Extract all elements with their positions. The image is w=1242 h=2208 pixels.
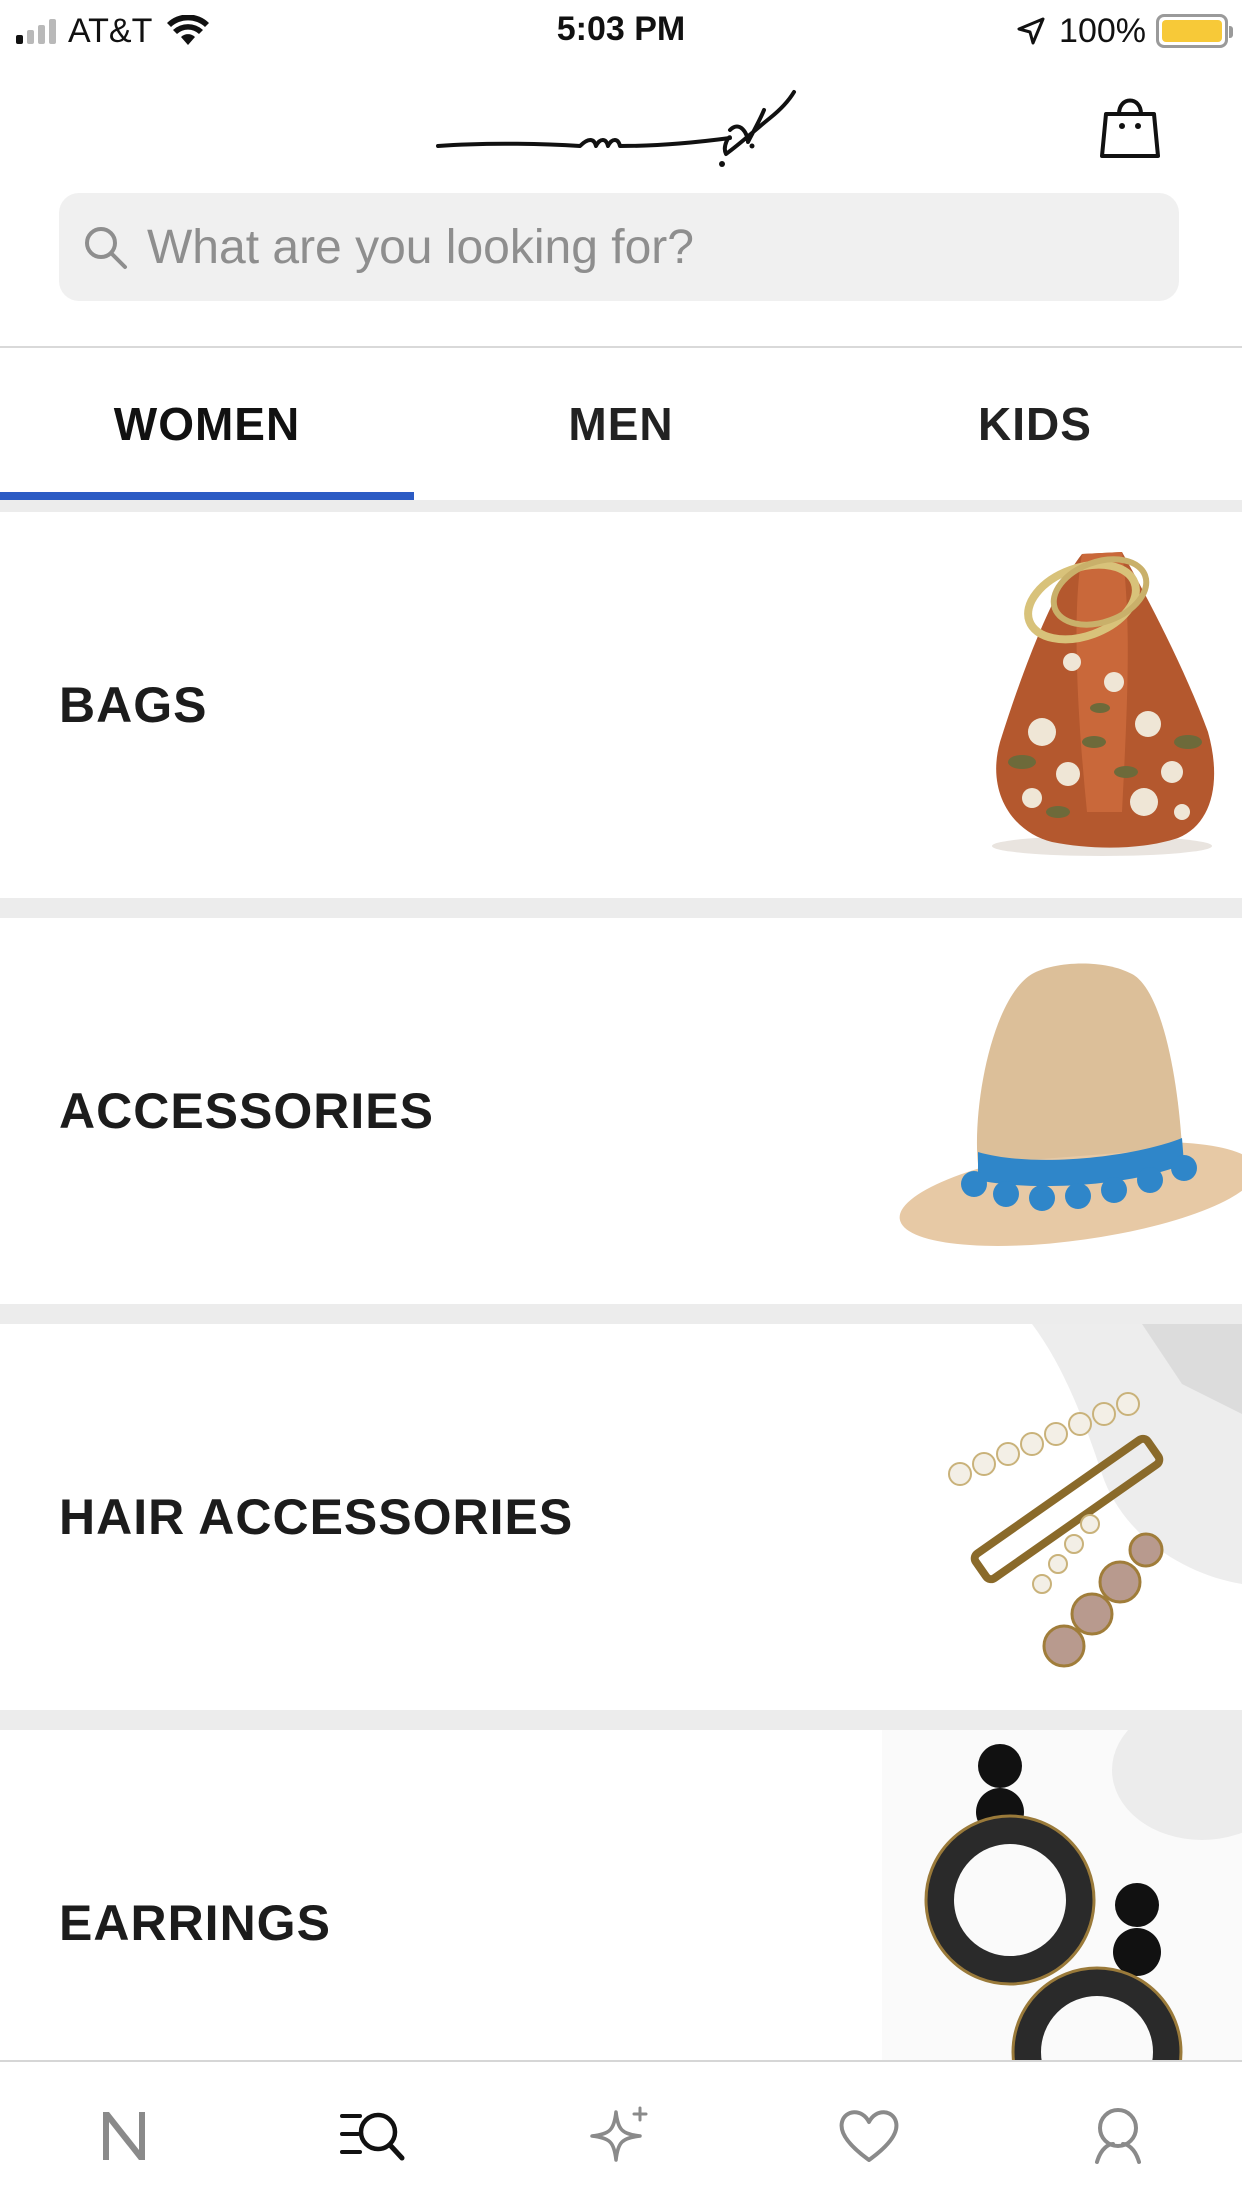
tab-kids[interactable]: KIDS <box>828 348 1242 500</box>
category-accessories[interactable]: ACCESSORIES <box>0 918 1242 1304</box>
shopping-bag-icon[interactable] <box>1096 92 1164 160</box>
heart-icon <box>839 2110 899 2162</box>
category-separator <box>0 1304 1242 1324</box>
search-input[interactable] <box>147 219 1127 275</box>
category-label: EARRINGS <box>59 1895 331 1951</box>
category-earrings[interactable]: EARRINGS <box>0 1730 1242 2116</box>
location-arrow-icon <box>1017 17 1045 45</box>
category-separator <box>0 898 1242 918</box>
search-icon <box>85 227 127 269</box>
signature-logo[interactable] <box>430 80 806 168</box>
category-separator <box>0 1710 1242 1730</box>
tab-women[interactable]: WOMEN <box>0 348 414 500</box>
bag-image <box>992 552 1215 856</box>
nav-home[interactable] <box>0 2062 248 2208</box>
nav-browse[interactable] <box>248 2062 496 2208</box>
search-bar[interactable] <box>59 193 1179 301</box>
battery-percent: 100% <box>1059 11 1146 50</box>
nav-wishlist[interactable] <box>745 2062 993 2208</box>
sparkle-icon <box>590 2106 648 2162</box>
hat-image <box>899 963 1242 1246</box>
app-header <box>0 62 1242 182</box>
status-right: 100% <box>1015 11 1233 50</box>
category-bags[interactable]: BAGS <box>0 512 1242 898</box>
status-bar: AT&T 5:03 PM 100% <box>0 0 1242 62</box>
nav-discover[interactable] <box>497 2062 745 2208</box>
profile-icon <box>1094 2108 1141 2164</box>
browse-search-icon <box>339 2112 405 2161</box>
category-hair-accessories[interactable]: HAIR ACCESSORIES <box>0 1324 1242 1710</box>
bottom-nav <box>0 2060 1242 2208</box>
tabs-divider <box>0 500 1242 512</box>
hair-clips-image <box>948 1324 1242 1668</box>
tab-men[interactable]: MEN <box>414 348 828 500</box>
nav-profile[interactable] <box>994 2062 1242 2208</box>
earrings-image <box>882 1730 1242 2116</box>
category-label: HAIR ACCESSORIES <box>59 1489 574 1545</box>
battery-icon <box>1156 14 1233 48</box>
gender-tabs: WOMEN MEN KIDS <box>0 348 1242 500</box>
category-label: ACCESSORIES <box>59 1083 434 1139</box>
n-logo-icon <box>103 2112 146 2160</box>
category-label: BAGS <box>59 677 208 733</box>
